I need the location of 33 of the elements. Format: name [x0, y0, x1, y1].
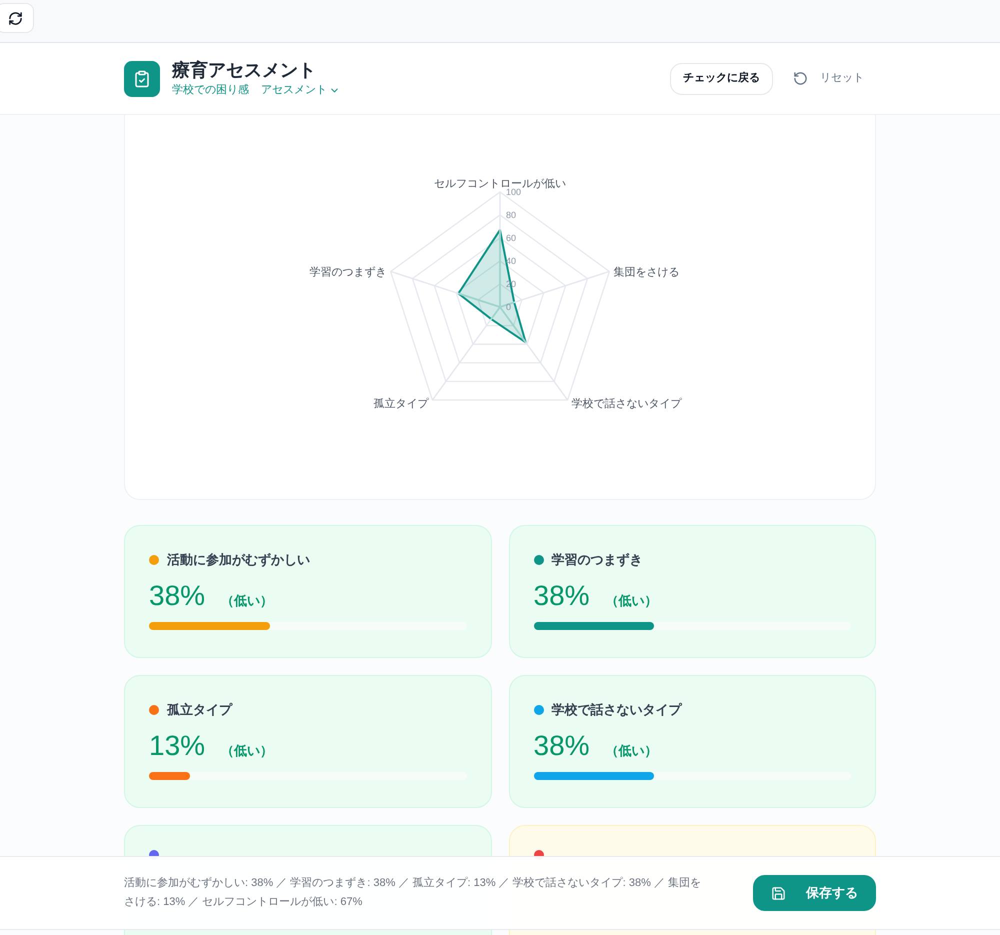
axis-tick-label: 100: [506, 187, 522, 197]
save-button[interactable]: 保存する: [753, 875, 876, 911]
axis-tick-label: 0: [506, 302, 512, 312]
back-button[interactable]: チェックに戻る: [670, 62, 773, 94]
axis-label: 学校で話さないタイプ: [572, 398, 682, 410]
score-rating: （低い）: [606, 742, 658, 760]
score-percent: 38%: [534, 732, 590, 760]
axis-tick-label: 60: [506, 233, 516, 243]
refresh-button[interactable]: [0, 3, 34, 33]
card-title: 学校で話さないタイプ: [552, 701, 682, 719]
score-percent: 38%: [149, 582, 206, 610]
breadcrumb-item[interactable]: 学校での困り感: [172, 82, 249, 99]
score-percent: 38%: [534, 582, 590, 610]
score-rating: （低い）: [221, 592, 274, 610]
refresh-icon: [8, 10, 22, 26]
summary-text: 活動に参加がむずかしい: 38% ／ 学習のつまずき: 38% ／ 孤立タイプ: 13% ／ 学校で話さないタイプ: 38% ／ 集団をさける: 13% ／ セルフコントロールが低い: 67%: [124, 876, 702, 910]
card-title: 学習のつまずき: [552, 551, 642, 569]
breadcrumb-item[interactable]: アセスメント: [261, 82, 340, 99]
axis-label: 孤立タイプ: [373, 398, 428, 410]
card-title: 孤立タイプ: [167, 701, 232, 719]
score-rating: （低い）: [606, 592, 658, 610]
reset-button[interactable]: リセット: [793, 70, 864, 87]
score-rating: （低い）: [221, 742, 274, 760]
axis-label: 集団をさける: [613, 266, 680, 278]
axis-label: セルフコントロールが低い: [434, 178, 566, 190]
score-percent: 13%: [149, 732, 206, 760]
axis-label: 学習のつまずき: [310, 266, 387, 278]
save-icon: [771, 886, 786, 900]
reset-icon: [793, 71, 808, 86]
card-title: 活動に参加がむずかしい: [167, 551, 310, 569]
page-title: 療育アセスメント: [172, 59, 317, 82]
clipboard-check-icon: [133, 70, 151, 88]
axis-tick-label: 80: [506, 210, 516, 220]
